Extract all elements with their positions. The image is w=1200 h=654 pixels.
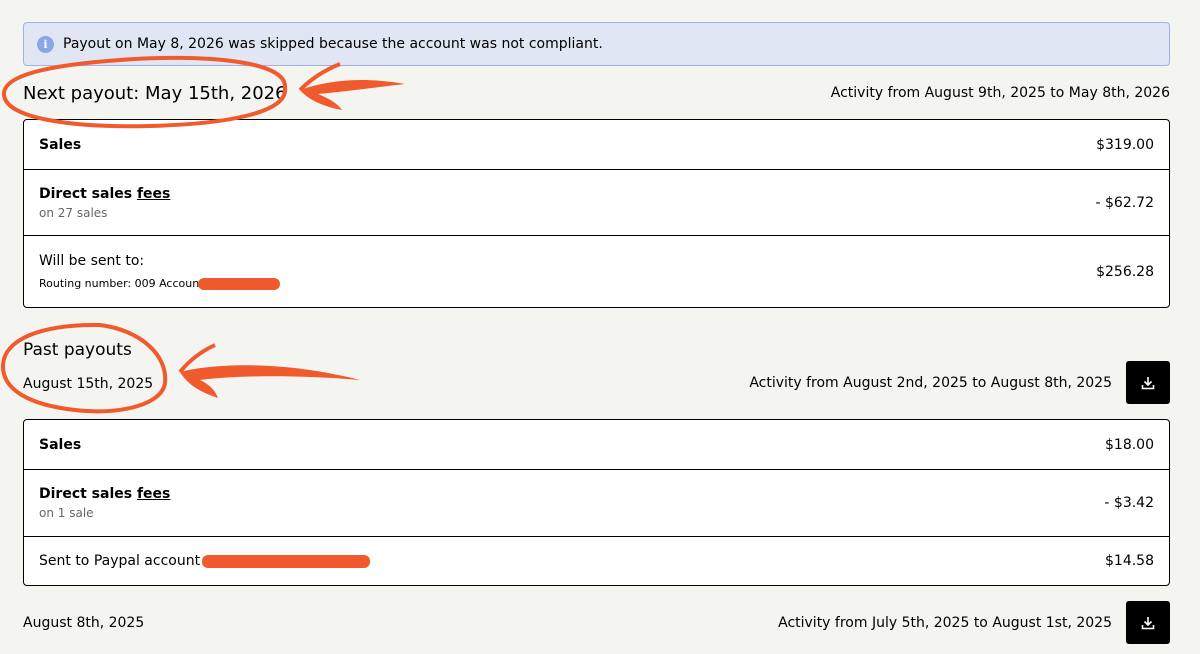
destination-detail: Routing number: 009 Account xyxy=(39,277,204,290)
past-payout-card-1: Sales $18.00 Direct sales fees on 1 sale… xyxy=(23,419,1170,586)
fees-amount: - $62.72 xyxy=(1095,194,1155,211)
past-payout-date: August 15th, 2025 xyxy=(23,375,154,392)
past-payouts-title: Past payouts xyxy=(23,340,132,360)
next-payout-header: Next payout: May 15th, 2026 Activity fro… xyxy=(23,80,1170,106)
past-payout-date: August 8th, 2025 xyxy=(23,614,145,631)
sales-amount: $319.00 xyxy=(1096,136,1154,153)
sales-label: Sales xyxy=(39,436,82,453)
download-icon xyxy=(1141,616,1155,629)
next-payout-activity: Activity from August 9th, 2025 to May 8t… xyxy=(830,85,1170,101)
redaction-mark xyxy=(197,278,280,290)
sales-row: Sales $319.00 xyxy=(24,120,1169,170)
sales-label: Sales xyxy=(39,136,82,153)
fees-label: Direct sales xyxy=(39,486,133,502)
fees-sub: on 27 sales xyxy=(39,205,108,220)
fees-link[interactable]: fees xyxy=(137,486,170,502)
info-icon: i xyxy=(37,35,54,53)
past-payout-header-2: August 8th, 2025 Activity from July 5th,… xyxy=(23,600,1170,645)
download-icon xyxy=(1141,376,1155,389)
fees-label: Direct sales xyxy=(39,185,133,202)
fees-row: Direct sales fees on 1 sale - $3.42 xyxy=(24,470,1169,537)
next-payout-card: Sales $319.00 Direct sales fees on 27 sa… xyxy=(23,119,1170,308)
destination-amount: $14.58 xyxy=(1105,553,1154,569)
destination-label: Sent to Paypal account xyxy=(39,553,201,569)
redaction-mark xyxy=(202,554,371,568)
sales-amount: $18.00 xyxy=(1105,436,1154,453)
destination-row: Sent to Paypal account $14.58 xyxy=(24,537,1169,585)
past-payout-activity: Activity from August 2nd, 2025 to August… xyxy=(749,374,1112,391)
download-button[interactable] xyxy=(1126,601,1170,644)
fees-sub: on 1 sale xyxy=(39,506,94,520)
fees-link[interactable]: fees xyxy=(137,186,170,202)
sales-row: Sales $18.00 xyxy=(24,420,1169,470)
next-payout-title: Next payout: May 15th, 2026 xyxy=(23,82,287,104)
past-payout-header-1: August 15th, 2025 Activity from August 2… xyxy=(23,360,1170,405)
fees-row: Direct sales fees on 27 sales - $62.72 xyxy=(24,170,1169,236)
destination-label: Will be sent to: xyxy=(39,253,145,269)
destination-row: Will be sent to: Routing number: 009 Acc… xyxy=(24,236,1169,307)
destination-amount: $256.28 xyxy=(1096,263,1154,280)
download-button[interactable] xyxy=(1126,361,1170,404)
compliance-alert: i Payout on May 8, 2026 was skipped beca… xyxy=(23,22,1170,66)
alert-text: Payout on May 8, 2026 was skipped becaus… xyxy=(63,36,603,52)
fees-amount: - $3.42 xyxy=(1104,495,1154,511)
past-payout-activity: Activity from July 5th, 2025 to August 1… xyxy=(778,614,1112,631)
